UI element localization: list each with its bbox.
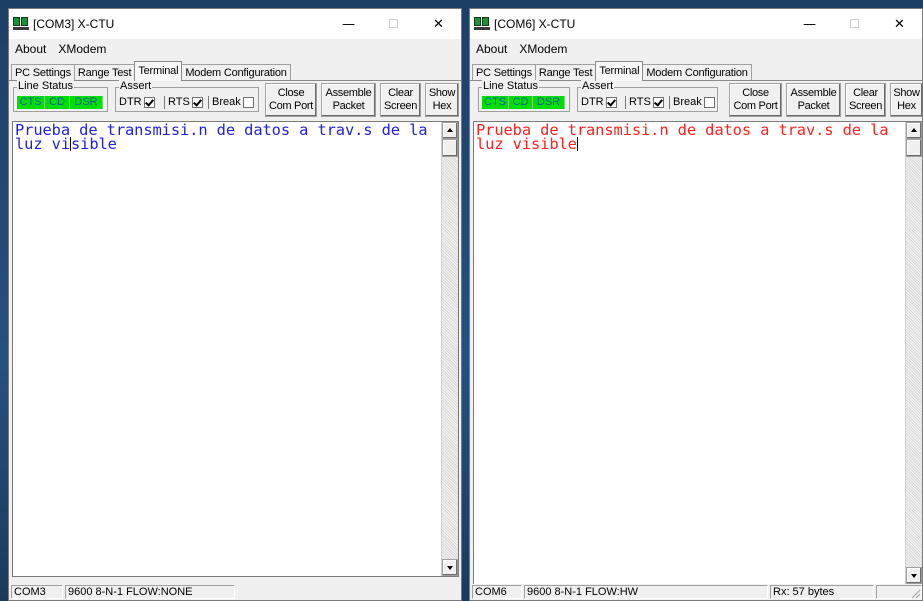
- scroll-thumb[interactable]: [442, 139, 458, 157]
- tab-range-test[interactable]: Range Test: [73, 64, 136, 81]
- menu-about[interactable]: About: [474, 41, 509, 57]
- scroll-thumb[interactable]: [906, 139, 922, 157]
- close-icon[interactable]: ✕: [416, 9, 461, 39]
- break-check-icon: [242, 96, 254, 108]
- menu-bar: About XModem: [9, 39, 461, 59]
- terminal-text: Prueba de transmisi.n de datos a trav.s …: [15, 121, 437, 153]
- assemble-packet-button[interactable]: Assemble Packet: [786, 83, 841, 117]
- rts-check-icon: [652, 96, 664, 108]
- menu-xmodem[interactable]: XModem: [56, 41, 108, 57]
- terminal-scrollbar[interactable]: [905, 122, 922, 584]
- cd-indicator: CD: [45, 96, 70, 109]
- clear-screen-button[interactable]: Clear Screen: [845, 83, 886, 117]
- assert-label: Assert: [119, 80, 153, 92]
- break-check-icon: [703, 96, 715, 108]
- tab-pc-settings[interactable]: PC Settings: [11, 64, 75, 81]
- tab-strip: PC Settings Range Test Terminal Modem Co…: [9, 61, 461, 81]
- minimize-icon[interactable]: —: [326, 9, 371, 39]
- menu-about[interactable]: About: [13, 41, 48, 57]
- rts-checkbox[interactable]: RTS: [625, 95, 664, 109]
- window-title: [COM6] X-CTU: [494, 17, 576, 31]
- tab-modem-configuration[interactable]: Modem Configuration: [642, 64, 752, 81]
- tab-range-test[interactable]: Range Test: [534, 64, 597, 81]
- show-hex-button[interactable]: Show Hex: [890, 83, 922, 117]
- cts-indicator: CTS: [482, 96, 509, 109]
- close-com-port-button[interactable]: Close Com Port: [729, 83, 782, 117]
- tab-terminal[interactable]: Terminal: [134, 61, 183, 81]
- dtr-checkbox[interactable]: DTR: [581, 95, 617, 109]
- dsr-indicator: DSR: [70, 96, 103, 109]
- cd-indicator: CD: [509, 96, 533, 109]
- xctu-app-icon: [474, 17, 490, 31]
- status-settings: 9600 8-N-1 FLOW:NONE: [65, 585, 235, 599]
- assert-group: Assert DTR RTS Break: [115, 80, 259, 112]
- rts-checkbox[interactable]: RTS: [164, 95, 203, 109]
- text-cursor: [576, 137, 578, 151]
- rts-check-icon: [191, 96, 203, 108]
- assemble-packet-button[interactable]: Assemble Packet: [321, 83, 376, 117]
- tab-pc-settings[interactable]: PC Settings: [472, 64, 536, 81]
- dsr-indicator: DSR: [533, 96, 565, 109]
- terminal-toolbar: Line Status CTS CD DSR Assert DTR RTS Br…: [470, 80, 922, 121]
- terminal-output[interactable]: Prueba de transmisi.n de datos a trav.s …: [12, 121, 459, 577]
- line-status-label: Line Status: [482, 80, 540, 92]
- break-checkbox[interactable]: Break: [669, 95, 715, 109]
- terminal-output[interactable]: Prueba de transmisi.n de datos a trav.s …: [473, 121, 922, 585]
- line-status-label: Line Status: [17, 80, 75, 92]
- title-bar[interactable]: [COM6] X-CTU — ☐ ✕: [470, 9, 922, 39]
- maximize-icon[interactable]: ☐: [832, 9, 877, 39]
- resize-grip-icon[interactable]: [909, 587, 921, 599]
- scroll-up-icon[interactable]: [442, 122, 458, 139]
- scroll-down-icon[interactable]: [906, 567, 922, 584]
- status-settings: 9600 8-N-1 FLOW:HW: [524, 585, 768, 599]
- title-bar[interactable]: [COM3] X-CTU — ☐ ✕: [9, 9, 461, 39]
- clear-screen-button[interactable]: Clear Screen: [380, 83, 421, 117]
- terminal-text: Prueba de transmisi.n de datos a trav.s …: [476, 121, 898, 153]
- close-icon[interactable]: ✕: [877, 9, 922, 39]
- status-bar: COM6 9600 8-N-1 FLOW:HW Rx: 57 bytes: [470, 584, 922, 600]
- assert-group: Assert DTR RTS Break: [577, 80, 718, 112]
- minimize-icon[interactable]: —: [787, 9, 832, 39]
- assert-label: Assert: [581, 80, 615, 92]
- maximize-icon[interactable]: ☐: [371, 9, 416, 39]
- dtr-checkbox[interactable]: DTR: [119, 95, 155, 109]
- line-status-group: Line Status CTS CD DSR: [13, 80, 108, 112]
- show-hex-button[interactable]: Show Hex: [425, 83, 459, 117]
- dtr-check-icon: [143, 96, 155, 108]
- terminal-toolbar: Line Status CTS CD DSR Assert DTR RTS Br…: [9, 80, 461, 121]
- status-port: COM6: [472, 585, 522, 599]
- scroll-down-icon[interactable]: [442, 559, 458, 576]
- line-status-group: Line Status CTS CD DSR: [478, 80, 570, 112]
- status-rx-bytes: Rx: 57 bytes: [770, 585, 874, 599]
- window-title: [COM3] X-CTU: [33, 17, 115, 31]
- status-port: COM3: [11, 585, 63, 599]
- dtr-check-icon: [605, 96, 617, 108]
- scroll-up-icon[interactable]: [906, 122, 922, 139]
- xctu-window-com6: [COM6] X-CTU — ☐ ✕ About XModem PC Setti…: [469, 8, 923, 601]
- menu-bar: About XModem: [470, 39, 922, 59]
- tab-strip: PC Settings Range Test Terminal Modem Co…: [470, 61, 922, 81]
- xctu-window-com3: [COM3] X-CTU — ☐ ✕ About XModem PC Setti…: [8, 8, 462, 601]
- tab-modem-configuration[interactable]: Modem Configuration: [181, 64, 291, 81]
- menu-xmodem[interactable]: XModem: [517, 41, 569, 57]
- status-bar: COM3 9600 8-N-1 FLOW:NONE: [9, 584, 461, 600]
- cts-indicator: CTS: [17, 96, 45, 109]
- close-com-port-button[interactable]: Close Com Port: [265, 83, 317, 117]
- tab-terminal[interactable]: Terminal: [595, 61, 644, 81]
- terminal-scrollbar[interactable]: [441, 122, 458, 576]
- break-checkbox[interactable]: Break: [208, 95, 254, 109]
- xctu-app-icon: [13, 17, 29, 31]
